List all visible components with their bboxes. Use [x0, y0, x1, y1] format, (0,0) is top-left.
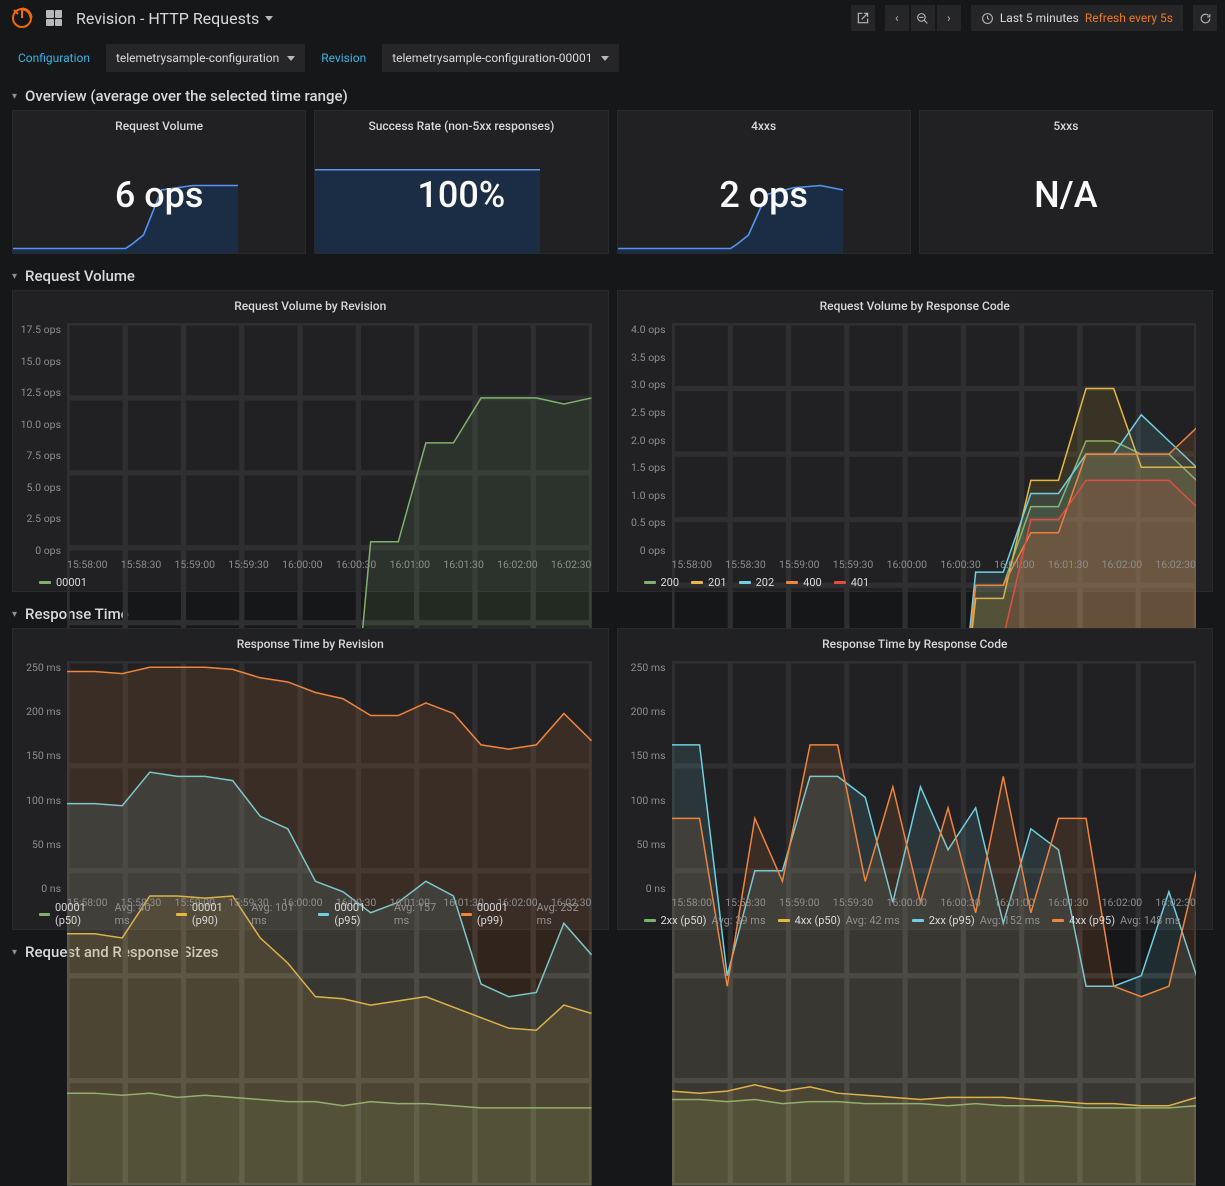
time-range-picker[interactable]: Last 5 minutes Refresh every 5s [971, 5, 1183, 31]
dashboard-title-text: Revision - HTTP Requests [76, 9, 259, 28]
grafana-logo-icon[interactable] [8, 4, 36, 32]
clock-icon [981, 12, 994, 25]
panel-title: Request Volume [13, 111, 305, 137]
panel-4xxs[interactable]: 4xxs 2 ops [617, 110, 911, 254]
panel-title: Request Volume by Revision [13, 291, 608, 317]
chevron-right-icon: › [947, 11, 951, 25]
chevron-down-icon: ▾ [12, 947, 17, 958]
chevron-down-icon [265, 16, 273, 21]
var-config-label: Configuration [10, 47, 98, 69]
panel-title: 5xxs [920, 111, 1212, 137]
zoom-cluster: ‹ › [885, 5, 961, 31]
refresh-button[interactable] [1193, 5, 1217, 31]
overview-row: Request Volume 6 ops Success Rate (non-5… [0, 110, 1225, 262]
var-revision-value: telemetrysample-configuration-00001 [392, 51, 592, 65]
zoom-out-icon [916, 12, 929, 25]
row-header-request-volume[interactable]: ▾ Request Volume [0, 262, 1225, 290]
share-icon [856, 11, 870, 25]
singlestat-value: 100% [417, 174, 505, 216]
refresh-icon [1199, 12, 1212, 25]
panel-success-rate[interactable]: Success Rate (non-5xx responses) 100% [314, 110, 608, 254]
panel-reqvol-revision[interactable]: Request Volume by Revision17.5 ops15.0 o… [12, 290, 609, 592]
panel-reqvol-code[interactable]: Request Volume by Response Code4.0 ops3.… [617, 290, 1214, 592]
zoom-out-button[interactable] [911, 5, 935, 31]
chevron-down-icon [287, 56, 295, 61]
share-button[interactable] [851, 5, 875, 31]
dashboard-title[interactable]: Revision - HTTP Requests [76, 9, 273, 28]
var-revision-select[interactable]: telemetrysample-configuration-00001 [382, 44, 618, 72]
panel-request-volume[interactable]: Request Volume 6 ops [12, 110, 306, 254]
var-config-value: telemetrysample-configuration [116, 51, 279, 65]
row-title: Overview (average over the selected time… [25, 87, 348, 105]
var-revision-label: Revision [313, 47, 374, 69]
singlestat-value: 6 ops [115, 174, 204, 216]
variable-row: Configuration telemetrysample-configurat… [0, 36, 1225, 82]
panel-title: Request Volume by Response Code [618, 291, 1213, 317]
response-time-row: Response Time by Revision250 ms200 ms150… [0, 628, 1225, 938]
chevron-down-icon: ▾ [12, 271, 17, 282]
chevron-left-icon: ‹ [895, 11, 899, 25]
panel-resptime-code[interactable]: Response Time by Response Code250 ms200 … [617, 628, 1214, 930]
row-header-overview[interactable]: ▾ Overview (average over the selected ti… [0, 82, 1225, 110]
panel-title: Success Rate (non-5xx responses) [315, 111, 607, 137]
singlestat-value: 2 ops [719, 174, 808, 216]
top-bar: Revision - HTTP Requests ‹ › Last 5 minu… [0, 0, 1225, 36]
request-volume-row: Request Volume by Revision17.5 ops15.0 o… [0, 290, 1225, 600]
panel-title: 4xxs [618, 111, 910, 137]
dashboard-grid-icon[interactable] [46, 10, 62, 26]
singlestat-value: N/A [1034, 174, 1097, 216]
panel-5xxs[interactable]: 5xxs N/A [919, 110, 1213, 254]
chevron-down-icon: ▾ [12, 91, 17, 102]
time-range-text: Last 5 minutes [1000, 11, 1079, 25]
refresh-interval-text: Refresh every 5s [1085, 11, 1173, 25]
row-title: Request Volume [25, 267, 135, 285]
panel-resptime-revision[interactable]: Response Time by Revision250 ms200 ms150… [12, 628, 609, 930]
chevron-down-icon [601, 56, 609, 61]
chevron-down-icon: ▾ [12, 609, 17, 620]
time-forward-button[interactable]: › [937, 5, 961, 31]
var-config-select[interactable]: telemetrysample-configuration [106, 44, 305, 72]
panel-title: Response Time by Response Code [618, 629, 1213, 655]
time-back-button[interactable]: ‹ [885, 5, 909, 31]
panel-title: Response Time by Revision [13, 629, 608, 655]
